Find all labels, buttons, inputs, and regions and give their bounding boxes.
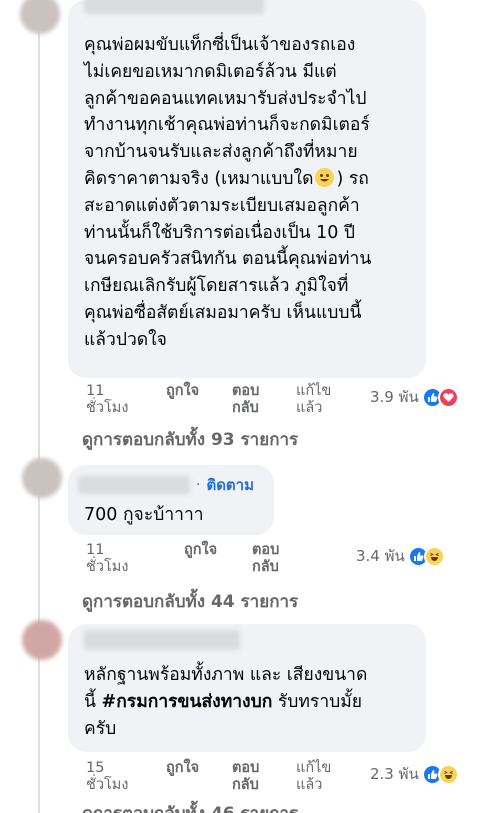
comment-timestamp[interactable]: 11 ชั่วโมง xyxy=(86,383,128,417)
avatar[interactable] xyxy=(22,620,62,660)
rofl-emoji xyxy=(315,167,335,187)
avatar[interactable] xyxy=(22,458,62,498)
comment-bubble: · ติดตาม 700 กูจะบ้าาาา xyxy=(68,465,274,535)
view-replies-link[interactable]: ดูการตอบกลับทั้ง 46 รายการ xyxy=(82,800,298,813)
commenter-name-redacted[interactable] xyxy=(84,0,264,14)
comment-bubble: หลักฐานพร้อมทั้งภาพ และ เสียงขนาด นี้ #ก… xyxy=(68,624,426,752)
thread-line xyxy=(38,0,40,813)
comment-bubble: คุณพ่อผมขับแท็กซี่เป็นเจ้าของรถเอง ไม่เค… xyxy=(68,0,426,378)
like-button[interactable]: ถูกใจ xyxy=(184,542,217,559)
comment-text: 700 กูจะบ้าาาา xyxy=(84,505,204,525)
comment-timestamp[interactable]: 11 ชั่วโมง xyxy=(86,542,128,576)
comment-text: หลักฐานพร้อมทั้งภาพ และ เสียงขนาด นี้ #ก… xyxy=(84,665,368,739)
avatar[interactable] xyxy=(20,0,60,34)
like-button[interactable]: ถูกใจ xyxy=(166,760,199,777)
reply-button[interactable]: ตอบ กลับ xyxy=(252,542,279,576)
commenter-name-redacted[interactable] xyxy=(84,630,240,650)
like-button[interactable]: ถูกใจ xyxy=(166,383,199,400)
reaction-summary[interactable]: 3.4 พัน xyxy=(356,544,445,568)
haha-icon xyxy=(437,763,459,785)
haha-icon xyxy=(423,545,445,567)
reaction-summary[interactable]: 3.9 พัน xyxy=(370,385,459,409)
reply-button[interactable]: ตอบ กลับ xyxy=(232,760,259,794)
view-replies-link[interactable]: ดูการตอบกลับทั้ง 44 รายการ xyxy=(82,588,298,615)
commenter-name-redacted[interactable] xyxy=(78,476,190,494)
reaction-summary[interactable]: 2.3 พัน xyxy=(370,762,459,786)
follow-button[interactable]: ติดตาม xyxy=(206,473,254,497)
reply-button[interactable]: ตอบ กลับ xyxy=(232,383,259,417)
edited-label: แก้ไข แล้ว xyxy=(296,760,332,793)
view-replies-link[interactable]: ดูการตอบกลับทั้ง 93 รายการ xyxy=(82,426,298,453)
edited-label: แก้ไข แล้ว xyxy=(296,383,332,416)
hashtag-link[interactable]: #กรมการขนส่งทางบก xyxy=(102,692,273,712)
comment-text: คุณพ่อผมขับแท็กซี่เป็นเจ้าของรถเอง ไม่เค… xyxy=(84,35,372,350)
love-icon xyxy=(437,386,459,408)
separator-dot: · xyxy=(196,477,201,493)
comment-timestamp[interactable]: 15 ชั่วโมง xyxy=(86,760,128,794)
